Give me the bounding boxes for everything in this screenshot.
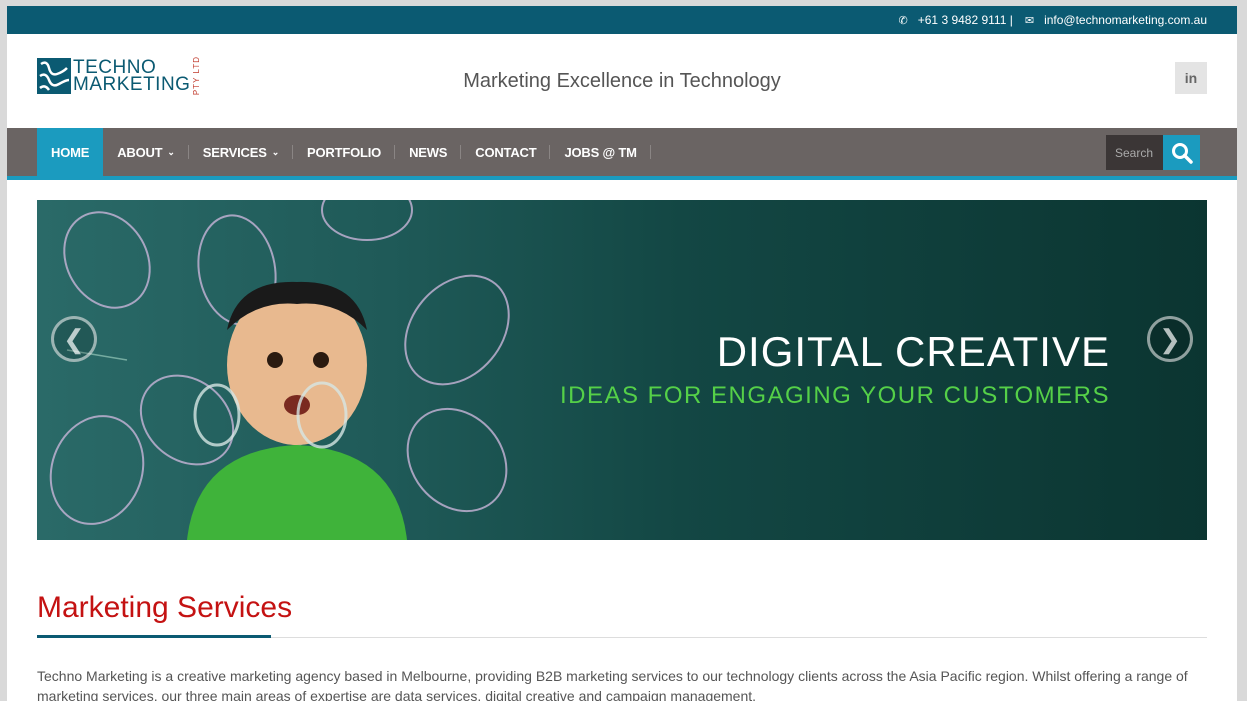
search-button[interactable] bbox=[1163, 135, 1200, 170]
linkedin-icon[interactable]: in bbox=[1175, 62, 1207, 94]
search-input[interactable]: Search bbox=[1106, 135, 1163, 170]
nav-item-services[interactable]: SERVICES ⌄ bbox=[189, 128, 294, 176]
site-header: TECHNO MARKETING PTY LTD Marketing Excel… bbox=[7, 34, 1237, 128]
nav-item-portfolio[interactable]: PORTFOLIO bbox=[293, 128, 396, 176]
site-tagline: Marketing Excellence in Technology bbox=[463, 70, 781, 92]
nav-item-jobs[interactable]: JOBS @ TM bbox=[550, 128, 651, 176]
phone-icon: ✆ bbox=[898, 14, 908, 27]
nav-item-home[interactable]: HOME bbox=[37, 128, 104, 176]
section-divider-accent bbox=[37, 635, 271, 638]
chevron-down-icon: ⌄ bbox=[167, 146, 175, 157]
slide-subtitle: IDEAS FOR ENGAGING YOUR CUSTOMERS bbox=[559, 382, 1110, 409]
slider-next-button[interactable]: ❯ bbox=[1147, 316, 1193, 362]
email-link[interactable]: info@technomarketing.com.au bbox=[1044, 13, 1207, 27]
intro-paragraph: Techno Marketing is a creative marketing… bbox=[37, 668, 1188, 701]
search-form: Search bbox=[1106, 135, 1200, 170]
chevron-right-icon: ❯ bbox=[1159, 323, 1181, 354]
chevron-down-icon: ⌄ bbox=[271, 146, 280, 157]
main-nav: HOME ABOUT ⌄ SERVICES ⌄ PORTFOLIO NEWS C… bbox=[7, 128, 1237, 180]
search-icon bbox=[1171, 142, 1193, 164]
top-contact-bar: ✆ +61 3 9482 9111 | ✉ info@technomarketi… bbox=[7, 6, 1237, 34]
section-title: Marketing Services bbox=[37, 591, 293, 624]
page: ✆ +61 3 9482 9111 | ✉ info@technomarketi… bbox=[7, 6, 1237, 701]
nav-item-contact[interactable]: CONTACT bbox=[461, 128, 551, 176]
slider-prev-button[interactable]: ❮ bbox=[51, 316, 97, 362]
slide-title: DIGITAL CREATIVE bbox=[716, 328, 1110, 375]
phone-number[interactable]: +61 3 9482 9111 | bbox=[918, 13, 1013, 27]
nav-item-news[interactable]: NEWS bbox=[395, 128, 462, 176]
nav-item-about[interactable]: ABOUT ⌄ bbox=[103, 128, 189, 176]
hero-slider: DIGITAL CREATIVE IDEAS FOR ENGAGING YOUR… bbox=[37, 200, 1207, 540]
envelope-icon: ✉ bbox=[1024, 14, 1035, 27]
chevron-left-icon: ❮ bbox=[63, 323, 85, 354]
